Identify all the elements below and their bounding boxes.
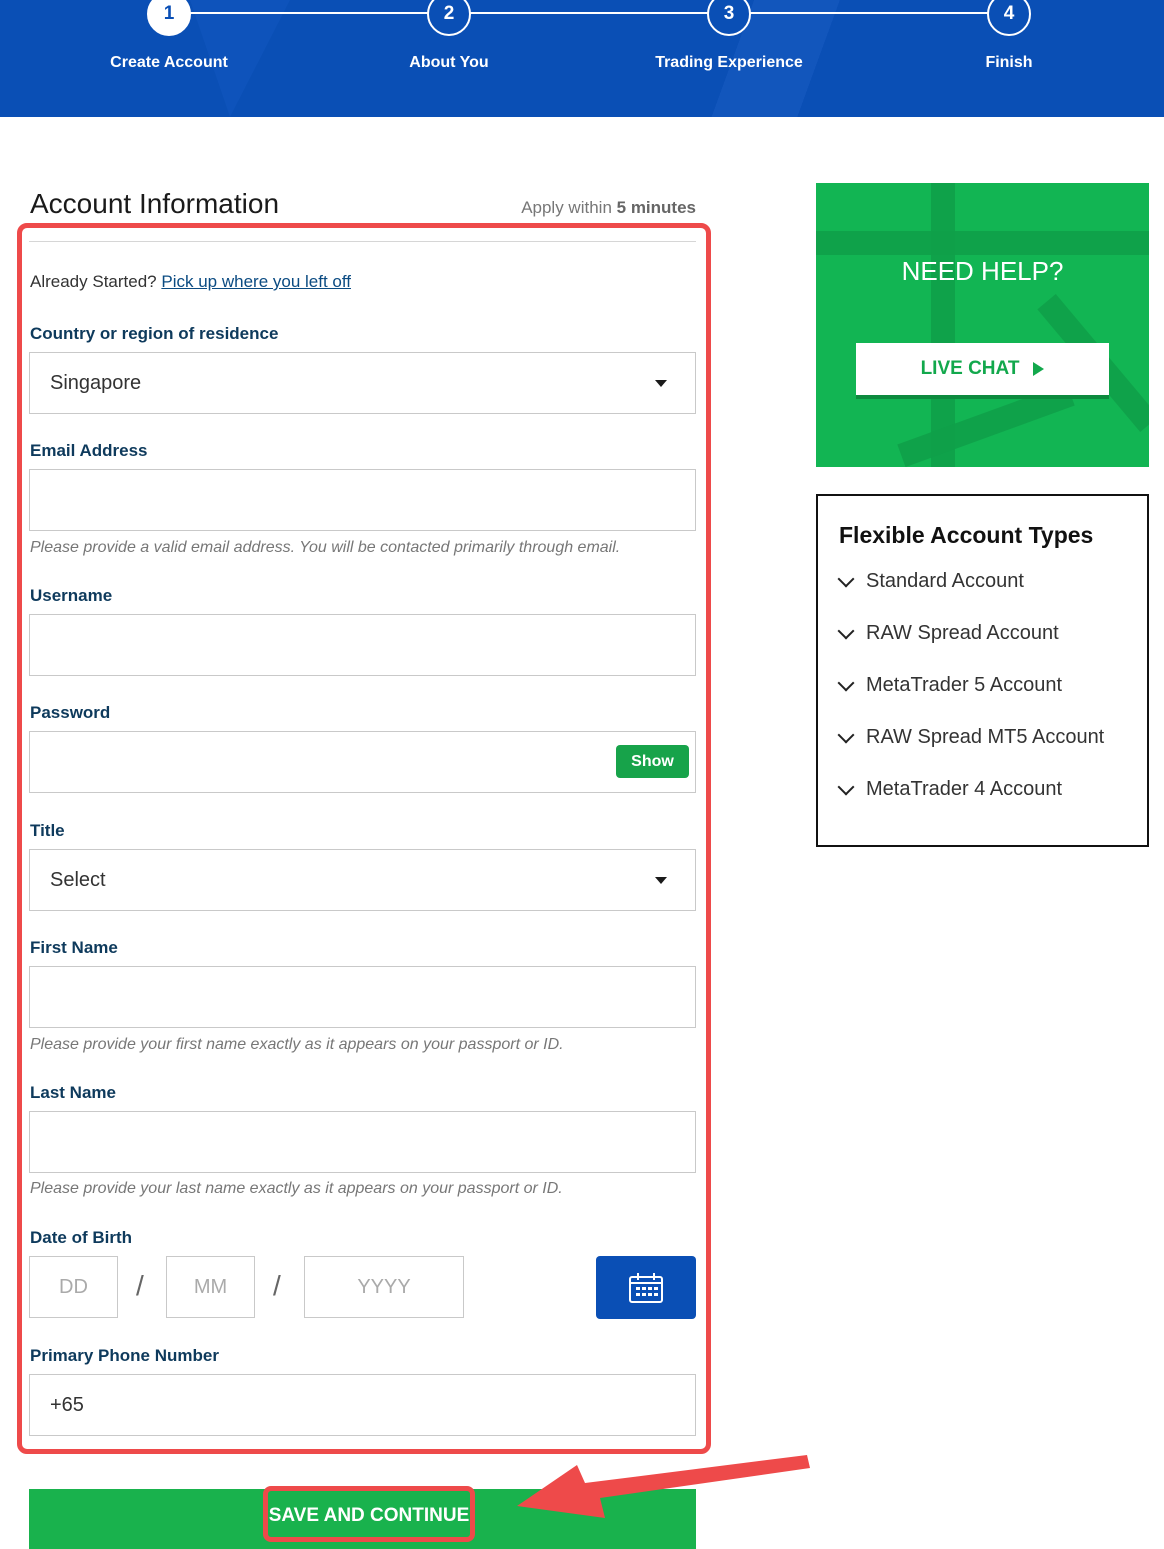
- chevron-down-icon: [837, 726, 855, 743]
- dob-month-input[interactable]: MM: [166, 1256, 255, 1318]
- country-label: Country or region of residence: [30, 324, 279, 343]
- dob-year-input[interactable]: YYYY: [304, 1256, 464, 1318]
- last-name-label: Last Name: [30, 1083, 116, 1102]
- email-label: Email Address: [30, 441, 148, 460]
- resume-prompt: Already Started? Pick up where you left …: [30, 272, 351, 292]
- step-connector: [470, 12, 708, 14]
- account-type-item[interactable]: RAW Spread MT5 Account: [836, 726, 1104, 749]
- step-1-indicator: 1: [147, 0, 191, 36]
- signup-stepper: 1 2 3 4 Create Account About You Trading…: [0, 0, 1164, 117]
- already-started-text: Already Started?: [30, 272, 157, 291]
- country-select[interactable]: Singapore: [29, 352, 696, 414]
- phone-value: +65: [50, 1394, 84, 1416]
- chevron-down-icon: [837, 674, 855, 691]
- account-types-title: Flexible Account Types: [839, 522, 1094, 548]
- phone-label: Primary Phone Number: [30, 1346, 219, 1365]
- step-4-label: Finish: [985, 54, 1033, 71]
- email-field[interactable]: [29, 469, 696, 531]
- title-label: Title: [30, 821, 65, 840]
- step-3-label: Trading Experience: [655, 54, 803, 71]
- password-label: Password: [30, 703, 111, 722]
- chevron-down-icon: [837, 570, 855, 587]
- step-4-indicator: 4: [987, 0, 1031, 36]
- page-title: Account Information: [30, 188, 280, 219]
- password-field[interactable]: Show: [29, 731, 696, 793]
- username-field[interactable]: [29, 614, 696, 676]
- apply-time-note: Apply within 5 minutes: [430, 198, 696, 218]
- dob-separator: /: [136, 1270, 144, 1301]
- chevron-down-icon: [837, 778, 855, 795]
- account-types-panel: Flexible Account Types Standard Account …: [816, 494, 1149, 847]
- account-type-item[interactable]: RAW Spread Account: [836, 622, 1059, 645]
- panel-decoration: [816, 231, 1149, 255]
- account-type-item[interactable]: MetaTrader 4 Account: [836, 778, 1062, 801]
- last-name-hint: Please provide your last name exactly as…: [30, 1180, 563, 1197]
- account-type-label: RAW Spread Account: [866, 622, 1059, 644]
- account-type-label: MetaTrader 5 Account: [866, 674, 1063, 696]
- need-help-title: NEED HELP?: [901, 256, 1064, 286]
- account-type-label: RAW Spread MT5 Account: [866, 726, 1105, 748]
- step-1-label: Create Account: [110, 54, 228, 71]
- first-name-label: First Name: [30, 938, 118, 957]
- title-value: Select: [50, 869, 106, 891]
- chevron-down-icon: [655, 380, 667, 387]
- dob-separator: /: [273, 1270, 281, 1301]
- live-chat-button[interactable]: LIVE CHAT: [856, 343, 1109, 399]
- apply-time: 5 minutes: [616, 198, 696, 217]
- chevron-down-icon: [837, 622, 855, 639]
- divider: [29, 241, 696, 242]
- show-password-button[interactable]: Show: [616, 745, 689, 778]
- chevron-down-icon: [655, 877, 667, 884]
- apply-prefix: Apply within: [521, 198, 612, 217]
- first-name-hint: Please provide your first name exactly a…: [30, 1036, 564, 1053]
- step-connector: [190, 12, 428, 14]
- email-hint: Please provide a valid email address. Yo…: [30, 539, 621, 556]
- step-2-indicator: 2: [427, 0, 471, 36]
- dob-day-input[interactable]: DD: [29, 1256, 118, 1318]
- first-name-field[interactable]: [29, 966, 696, 1028]
- calendar-icon: [629, 1272, 663, 1303]
- country-value: Singapore: [50, 372, 142, 394]
- resume-application-link[interactable]: Pick up where you left off: [161, 272, 351, 291]
- account-type-item[interactable]: MetaTrader 5 Account: [836, 674, 1062, 697]
- live-chat-label: LIVE CHAT: [920, 358, 1020, 379]
- account-type-item[interactable]: Standard Account: [836, 570, 1024, 593]
- arrow-annotation-icon: [517, 1455, 810, 1518]
- step-2-label: About You: [409, 54, 489, 71]
- account-type-label: Standard Account: [866, 570, 1024, 592]
- play-arrow-icon: [1033, 362, 1045, 376]
- last-name-field[interactable]: [29, 1111, 696, 1173]
- calendar-button[interactable]: [596, 1256, 696, 1319]
- dob-label: Date of Birth: [30, 1228, 132, 1247]
- title-select[interactable]: Select: [29, 849, 696, 911]
- phone-field[interactable]: +65: [29, 1374, 696, 1436]
- need-help-panel: NEED HELP? LIVE CHAT: [816, 183, 1149, 467]
- step-connector: [750, 12, 988, 14]
- username-label: Username: [30, 586, 113, 605]
- account-type-label: MetaTrader 4 Account: [866, 778, 1063, 800]
